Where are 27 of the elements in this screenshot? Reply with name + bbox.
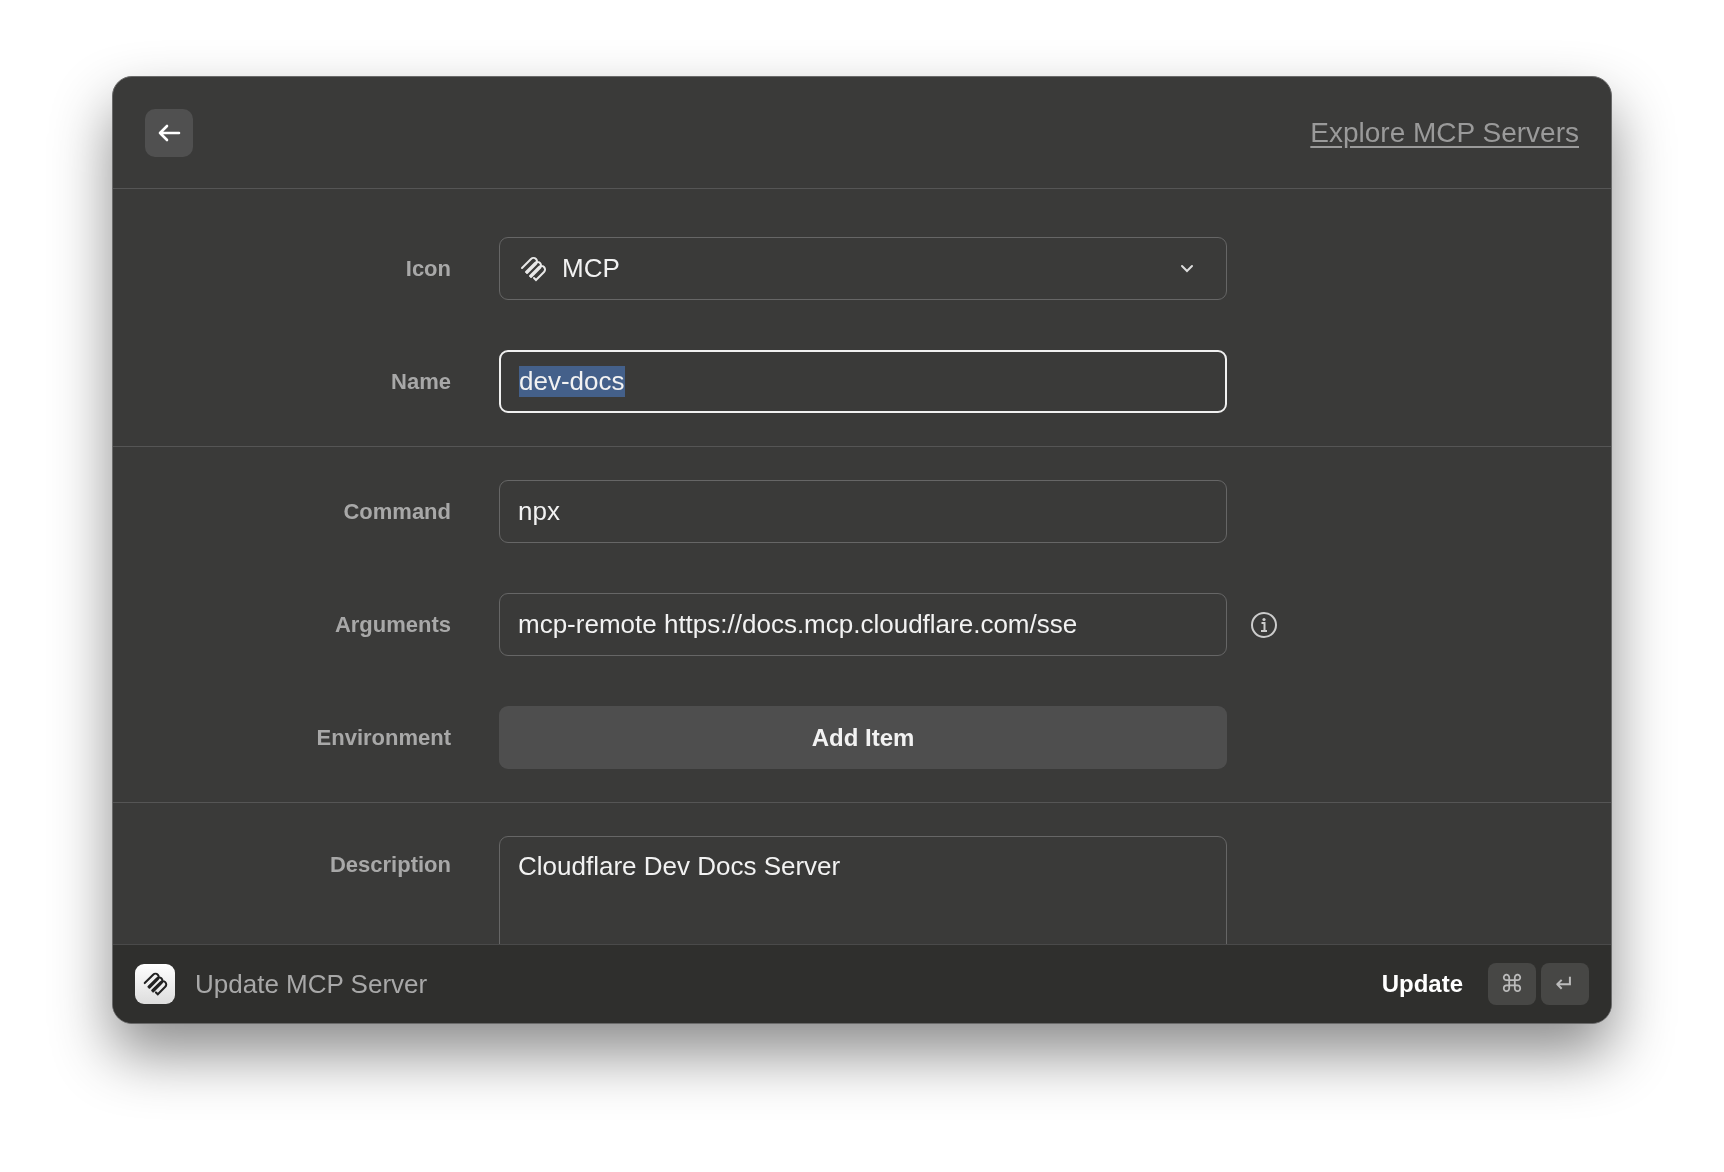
field-label: Description <box>328 851 451 878</box>
shortcut-key: ⌘ <box>1488 963 1536 1005</box>
field-value: npx <box>518 496 560 527</box>
field-label: Name <box>390 368 451 395</box>
add-item-button[interactable]: Add Item <box>499 706 1227 769</box>
dropdown-value: MCP <box>562 253 621 284</box>
text-field[interactable]: mcp-remote https://docs.mcp.cloudflare.com/sse <box>499 593 1227 656</box>
field-value: Cloudflare Dev Docs Server <box>518 851 841 882</box>
info-icon[interactable] <box>1249 609 1279 640</box>
back-button[interactable] <box>145 108 193 157</box>
update-button[interactable]: Update <box>1373 966 1471 1002</box>
icon-dropdown[interactable]: MCP <box>499 237 1227 300</box>
field-label: Command <box>342 498 451 525</box>
back-arrow-icon <box>157 123 181 142</box>
shortcut-key: ↵ <box>1541 963 1589 1005</box>
description-field[interactable]: Cloudflare Dev Docs Server <box>499 836 1227 944</box>
text-field[interactable]: npx <box>499 480 1227 543</box>
field-label: Icon <box>404 255 451 282</box>
app-icon <box>135 964 175 1004</box>
explore-link[interactable]: Explore MCP Servers <box>1310 116 1579 149</box>
text-field[interactable]: dev-docs <box>499 350 1227 413</box>
field-value: dev-docs <box>519 366 625 397</box>
chevron-down-icon <box>1180 263 1194 274</box>
footer-title: Update MCP Server <box>195 968 428 1000</box>
field-value: mcp-remote https://docs.mcp.cloudflare.com/sse <box>518 609 1078 640</box>
field-label: Environment <box>315 724 451 751</box>
field-label: Arguments <box>333 611 451 638</box>
